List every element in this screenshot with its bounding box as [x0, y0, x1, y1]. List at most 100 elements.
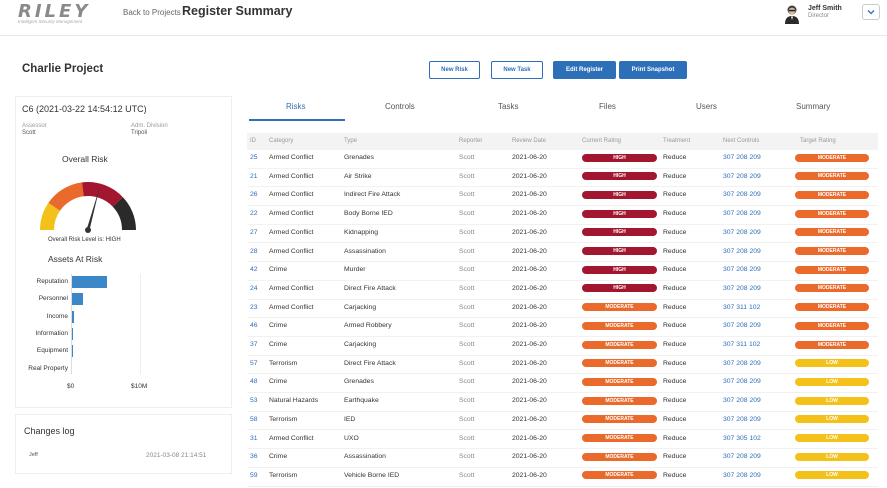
col-header-id[interactable]: ID [250, 138, 256, 144]
asset-bar[interactable] [72, 345, 74, 358]
table-row[interactable]: 21 Armed Conflict Air Strike Scott 2021-06-2… [247, 169, 878, 188]
col-header-category[interactable]: Category [269, 138, 293, 144]
table-row[interactable]: 42 Crime Murder Scott 2021-06-20 Reduce 307 20… [247, 262, 878, 281]
table-row[interactable]: 59 Terrorism Vehicle Borne IED Scott 2021-06… [247, 468, 878, 487]
col-header-reporter[interactable]: Reporter [459, 138, 482, 144]
risk-next-controls-link[interactable]: 307 208 209 [723, 416, 761, 423]
risk-review-date: 2021-06-20 [512, 471, 547, 479]
risk-next-controls-link[interactable]: 307 208 209 [723, 285, 761, 292]
asset-bar[interactable] [72, 276, 108, 288]
table-row[interactable]: 27 Armed Conflict Kidnapping Scott 2021-06-2… [247, 225, 878, 244]
risk-id-link[interactable]: 26 [250, 191, 258, 198]
risk-next-controls-link[interactable]: 307 208 209 [723, 173, 761, 180]
risk-next-controls-link[interactable]: 307 311 102 [723, 341, 760, 348]
risk-id-link[interactable]: 25 [250, 154, 258, 161]
risk-id-link[interactable]: 36 [250, 453, 258, 460]
table-row[interactable]: 37 Crime Carjacking Scott 2021-06-20 Reduce 30… [247, 337, 878, 356]
tab-controls[interactable]: Controls [385, 102, 415, 111]
table-row[interactable]: 23 Armed Conflict Carjacking Scott 2021-06-2… [247, 300, 878, 319]
table-row[interactable]: 22 Armed Conflict Body Borne IED Scott 2021-… [247, 206, 878, 225]
risk-treatment: Reduce [663, 453, 687, 461]
table-row[interactable]: 48 Crime Grenades Scott 2021-06-20 Reduce 307 … [247, 374, 878, 394]
risk-next-controls-link[interactable]: 307 208 209 [723, 266, 761, 273]
risk-next-controls-link[interactable]: 307 208 209 [723, 378, 761, 385]
risk-type: IED [344, 415, 356, 423]
table-row[interactable]: 58 Terrorism IED Scott 2021-06-20 Reduce 307 2… [247, 412, 878, 431]
current-rating-badge: HIGH [582, 153, 657, 162]
risk-id-link[interactable]: 48 [250, 378, 258, 385]
risk-next-controls-link[interactable]: 307 305 102 [723, 435, 761, 442]
risk-id-link[interactable]: 24 [250, 285, 258, 292]
changes-log-title: Changes log [24, 426, 75, 436]
risk-review-date: 2021-06-20 [512, 191, 547, 199]
risk-id-link[interactable]: 42 [250, 266, 258, 273]
print-snapshot-button[interactable]: Print Snapshot [619, 61, 687, 79]
asset-bar[interactable] [72, 310, 75, 323]
table-row[interactable]: 24 Armed Conflict Direct Fire Attack Scott 2… [247, 281, 878, 300]
table-row[interactable]: 25 Armed Conflict Grenades Scott 2021-06-20 R… [247, 150, 878, 169]
risk-next-controls-link[interactable]: 307 208 209 [723, 248, 761, 255]
risk-id-link[interactable]: 23 [250, 304, 258, 311]
risk-reporter: Scott [459, 172, 475, 180]
risk-next-controls-link[interactable]: 307 208 209 [723, 154, 761, 161]
division-label: Adm. Division [131, 123, 168, 129]
current-rating-badge: MODERATE [582, 396, 657, 405]
risk-id-link[interactable]: 58 [250, 416, 258, 423]
table-row[interactable]: 53 Natural Hazards Earthquake Scott 2021-06-… [247, 393, 878, 412]
table-row[interactable]: 46 Crime Armed Robbery Scott 2021-06-20 Reduc… [247, 318, 878, 337]
risk-next-controls-link[interactable]: 307 208 209 [723, 229, 761, 236]
asset-label: Equipment [36, 347, 68, 355]
risk-reporter: Scott [459, 210, 475, 218]
risk-id-link[interactable]: 28 [250, 248, 258, 255]
risk-type: Murder [344, 266, 366, 274]
risk-reporter: Scott [459, 154, 475, 161]
tab-tasks[interactable]: Tasks [498, 102, 518, 111]
col-header-review-date[interactable]: Review Date [512, 138, 546, 144]
col-header-target-rating[interactable]: Target Rating [800, 138, 836, 144]
risk-next-controls-link[interactable]: 307 208 209 [723, 360, 761, 367]
table-row[interactable]: 26 Armed Conflict Indirect Fire Attack Scot… [247, 187, 878, 207]
risk-id-link[interactable]: 22 [250, 210, 258, 217]
current-rating-badge: MODERATE [582, 415, 657, 424]
risk-id-link[interactable]: 37 [250, 341, 258, 348]
tab-users[interactable]: Users [696, 102, 717, 111]
tab-files[interactable]: Files [599, 102, 616, 111]
col-header-current-rating[interactable]: Current Rating [582, 138, 621, 144]
risk-review-date: 2021-06-20 [512, 415, 547, 423]
asset-bar[interactable] [72, 327, 74, 340]
tab-summary[interactable]: Summary [796, 102, 830, 111]
edit-register-button[interactable]: Edit Register [553, 61, 616, 79]
table-row[interactable]: 31 Armed Conflict UXO Scott 2021-06-20 Reduce… [247, 431, 878, 450]
risk-next-controls-link[interactable]: 307 208 209 [723, 210, 761, 217]
risk-category: Terrorism [269, 359, 298, 367]
table-row[interactable]: 28 Armed Conflict Assassination Scott 2021-0… [247, 244, 878, 263]
back-to-projects-link[interactable]: Back to Projects [123, 8, 181, 17]
risk-next-controls-link[interactable]: 307 311 102 [723, 304, 760, 311]
risk-id-link[interactable]: 27 [250, 229, 258, 236]
risk-id-link[interactable]: 53 [250, 397, 258, 404]
tab-risks[interactable]: Risks [286, 102, 306, 111]
risk-next-controls-link[interactable]: 307 208 209 [723, 472, 761, 479]
risk-type: Body Borne IED [344, 210, 393, 218]
risk-id-link[interactable]: 21 [250, 173, 258, 180]
risk-next-controls-link[interactable]: 307 208 209 [723, 322, 761, 329]
new-risk-button[interactable]: New Risk [429, 61, 480, 79]
risk-next-controls-link[interactable]: 307 208 209 [723, 191, 761, 198]
risk-id-link[interactable]: 46 [250, 322, 258, 329]
asset-bar[interactable] [72, 293, 83, 306]
table-row[interactable]: 36 Crime Assassination Scott 2021-06-20 Reduc… [247, 449, 878, 468]
table-row[interactable]: 57 Terrorism Direct Fire Attack Scott 2021-0… [247, 356, 878, 375]
col-header-type[interactable]: Type [344, 138, 357, 144]
col-header-next-controls[interactable]: Next Controls [723, 138, 759, 144]
risk-id-link[interactable]: 57 [250, 360, 258, 367]
risk-next-controls-link[interactable]: 307 208 209 [723, 453, 761, 460]
user-menu-button[interactable] [862, 4, 880, 20]
risk-reporter: Scott [459, 228, 475, 236]
risk-id-link[interactable]: 59 [250, 472, 258, 479]
riley-logo[interactable]: RILEY Intelligent Security Management [18, 1, 96, 27]
target-rating-badge: MODERATE [795, 153, 869, 162]
risk-id-link[interactable]: 31 [250, 435, 258, 442]
new-task-button[interactable]: New Task [491, 61, 543, 79]
risk-next-controls-link[interactable]: 307 208 209 [723, 397, 761, 404]
col-header-treatment[interactable]: Treatment [663, 138, 690, 144]
